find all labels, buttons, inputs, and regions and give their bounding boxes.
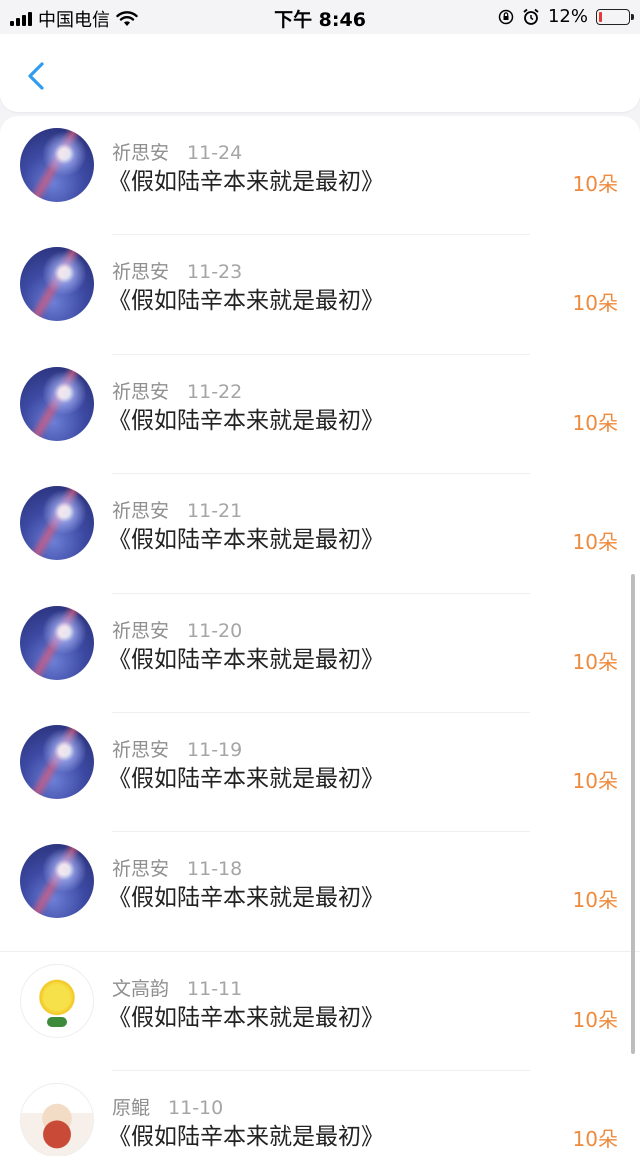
- item-meta: 文高韵 11-11: [112, 974, 242, 1001]
- item-date: 11-18: [187, 858, 243, 881]
- item-date: 11-11: [187, 977, 243, 1000]
- avatar[interactable]: [20, 366, 94, 441]
- list-item[interactable]: 祈思安 11-21 《假如陆辛本来就是最初》 10朵: [0, 474, 640, 594]
- user-name: 祈思安: [112, 500, 170, 523]
- avatar[interactable]: [20, 247, 94, 322]
- avatar[interactable]: [20, 963, 94, 1038]
- list-item[interactable]: 祈思安 11-24 《假如陆辛本来就是最初》 10朵: [0, 116, 640, 236]
- item-meta: 祈思安 11-22: [112, 377, 242, 404]
- navigation-bar: [0, 34, 640, 112]
- book-title: 《假如陆辛本来就是最初》: [108, 765, 384, 792]
- book-title: 《假如陆辛本来就是最初》: [108, 1004, 384, 1031]
- list-item[interactable]: 祈思安 11-20 《假如陆辛本来就是最初》 10朵: [0, 594, 640, 713]
- status-bar: 中国电信 下午 8:46 12%: [0, 0, 640, 34]
- item-meta: 祈思安 11-19: [112, 735, 242, 762]
- alarm-icon: [523, 8, 539, 25]
- list-item[interactable]: 原鲲 11-10 《假如陆辛本来就是最初》 10朵: [0, 1071, 640, 1156]
- book-title: 《假如陆辛本来就是最初》: [108, 1124, 384, 1151]
- item-meta: 祈思安 11-23: [112, 257, 242, 284]
- back-button[interactable]: [18, 56, 58, 96]
- item-date: 11-20: [187, 619, 243, 642]
- user-name: 祈思安: [112, 619, 170, 642]
- user-name: 祈思安: [112, 261, 170, 284]
- battery-percent: 12%: [547, 6, 588, 27]
- item-meta: 祈思安 11-24: [112, 138, 242, 165]
- user-name: 祈思安: [112, 380, 170, 403]
- reward-list: 祈思安 11-24 《假如陆辛本来就是最初》 10朵 祈思安 11-23 《假如陆辛本来就是…: [0, 116, 640, 1156]
- user-name: 祈思安: [112, 858, 170, 881]
- book-title: 《假如陆辛本来就是最初》: [108, 288, 384, 315]
- book-title: 《假如陆辛本来就是最初》: [108, 885, 384, 912]
- reward-amount: 10朵: [572, 1007, 618, 1032]
- battery-icon: [596, 8, 634, 25]
- avatar[interactable]: [20, 724, 94, 799]
- orientation-lock-icon: [498, 9, 514, 24]
- item-meta: 祈思安 11-20: [112, 616, 242, 643]
- scrollbar[interactable]: [631, 574, 635, 1054]
- reward-amount: 10朵: [572, 888, 618, 913]
- reward-amount: 10朵: [572, 530, 618, 555]
- item-meta: 祈思安 11-21: [112, 496, 242, 523]
- list-item[interactable]: 文高韵 11-11 《假如陆辛本来就是最初》 10朵: [0, 952, 640, 1072]
- avatar[interactable]: [20, 128, 94, 202]
- item-meta: 祈思安 11-18: [112, 854, 242, 881]
- user-name: 祈思安: [112, 142, 170, 164]
- avatar[interactable]: [20, 844, 94, 919]
- item-date: 11-22: [187, 380, 243, 403]
- reward-amount: 10朵: [572, 649, 618, 674]
- item-date: 11-24: [187, 142, 243, 164]
- reward-amount: 10朵: [572, 768, 618, 793]
- item-date: 11-21: [187, 500, 243, 523]
- item-date: 11-23: [187, 261, 243, 284]
- book-title: 《假如陆辛本来就是最初》: [108, 407, 384, 434]
- book-title: 《假如陆辛本来就是最初》: [108, 527, 384, 554]
- list-item[interactable]: 祈思安 11-19 《假如陆辛本来就是最初》 10朵: [0, 713, 640, 833]
- reward-amount: 10朵: [572, 410, 618, 435]
- book-title: 《假如陆辛本来就是最初》: [108, 169, 384, 195]
- item-meta: 原鲲 11-10: [112, 1093, 223, 1120]
- book-title: 《假如陆辛本来就是最初》: [108, 646, 384, 673]
- list-item[interactable]: 祈思安 11-22 《假如陆辛本来就是最初》 10朵: [0, 355, 640, 475]
- status-right: 12%: [498, 6, 634, 27]
- battery-level: [599, 11, 602, 22]
- avatar[interactable]: [20, 1083, 94, 1156]
- item-date: 11-19: [187, 738, 243, 761]
- reward-amount: 10朵: [572, 172, 618, 196]
- avatar[interactable]: [20, 605, 94, 680]
- reward-amount: 10朵: [572, 291, 618, 316]
- user-name: 文高韵: [112, 977, 170, 1000]
- user-name: 祈思安: [112, 738, 170, 761]
- chevron-left-icon: [28, 62, 44, 90]
- list-item[interactable]: 祈思安 11-23 《假如陆辛本来就是最初》 10朵: [0, 235, 640, 355]
- avatar[interactable]: [20, 486, 94, 561]
- item-date: 11-10: [168, 1097, 224, 1120]
- user-name: 原鲲: [112, 1097, 151, 1120]
- list-item[interactable]: 祈思安 11-18 《假如陆辛本来就是最初》 10朵: [0, 832, 640, 952]
